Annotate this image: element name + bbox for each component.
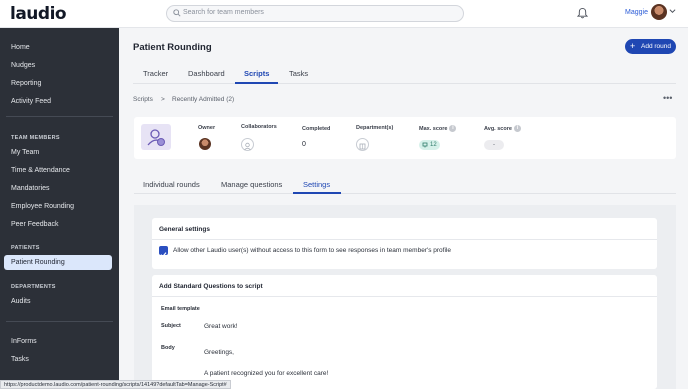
subject-label: Subject <box>161 323 181 329</box>
bell-icon[interactable] <box>577 7 588 19</box>
tab-individual-rounds[interactable]: Individual rounds <box>143 180 200 189</box>
divider <box>152 296 657 297</box>
share-responses-checkbox[interactable] <box>159 246 168 258</box>
max-score-label: Max. score i <box>419 125 457 132</box>
breadcrumb-current: Recently Admitted (2) <box>172 96 235 103</box>
tab-scripts[interactable]: Scripts <box>244 69 269 78</box>
tab-manage-questions[interactable]: Manage questions <box>221 180 282 189</box>
body-greeting[interactable]: Greetings, <box>204 349 234 356</box>
standard-questions-title: Add Standard Questions to script <box>159 283 263 290</box>
avg-score-label: Avg. score i <box>484 125 521 132</box>
active-tab-indicator <box>235 82 278 84</box>
tab-tracker[interactable]: Tracker <box>143 69 168 78</box>
status-bar-url: https://productdemo.laudio.com/patient-r… <box>0 380 231 389</box>
departments-icon[interactable] <box>356 138 369 151</box>
sidebar-item-time-attendance[interactable]: Time & Attendance <box>11 167 70 174</box>
more-options-icon[interactable]: ••• <box>663 93 672 103</box>
sidebar-item-tasks[interactable]: Tasks <box>11 356 29 363</box>
collaborators-add-icon[interactable] <box>241 138 254 151</box>
info-icon[interactable]: i <box>449 125 457 132</box>
subject-value[interactable]: Great work! <box>204 323 238 330</box>
sidebar-section-departments: DEPARTMENTS <box>11 284 56 290</box>
plus-icon: + <box>630 41 636 51</box>
completed-value: 0 <box>302 141 306 148</box>
search-icon <box>173 9 181 17</box>
owner-avatar[interactable] <box>199 138 211 150</box>
script-info-card: Owner Collaborators Completed 0 Departme… <box>134 117 676 159</box>
sidebar-divider <box>6 116 113 117</box>
search-input[interactable]: Search for team members <box>166 5 464 22</box>
sidebar-item-nudges[interactable]: Nudges <box>11 62 35 69</box>
checkmark-icon <box>160 252 167 258</box>
script-tabs: Individual rounds Manage questions Setti… <box>134 176 676 194</box>
max-score-value: 12 <box>430 142 437 148</box>
tab-settings[interactable]: Settings <box>303 180 330 189</box>
breadcrumb-separator: > <box>161 96 165 103</box>
departments-label: Department(s) <box>356 125 394 131</box>
info-icon[interactable]: i <box>513 125 521 132</box>
main-tabs: Tracker Dashboard Scripts Tasks <box>133 64 676 84</box>
user-name[interactable]: Maggie <box>625 9 648 16</box>
email-template-label: Email template <box>161 306 200 312</box>
max-score-badge: 12 <box>419 140 440 150</box>
sidebar-item-my-team[interactable]: My Team <box>11 149 39 156</box>
page-title: Patient Rounding <box>133 42 212 53</box>
add-round-button[interactable]: + Add round <box>625 39 676 54</box>
avg-score-badge: - <box>484 140 504 150</box>
top-bar: laudio Search for team members Maggie <box>0 0 688 28</box>
body-message[interactable]: A patient recognized you for excellent c… <box>204 370 328 377</box>
chevron-down-icon[interactable] <box>669 8 676 14</box>
sidebar-item-activity-feed[interactable]: Activity Feed <box>11 98 51 105</box>
owner-label: Owner <box>198 125 216 131</box>
sidebar-item-informs[interactable]: InForms <box>11 338 37 345</box>
sidebar: Home Nudges Reporting Activity Feed TEAM… <box>0 28 119 389</box>
share-responses-label: Allow other Laudio user(s) without acces… <box>173 247 451 254</box>
general-settings-card: General settings Allow other Laudio user… <box>152 218 657 269</box>
sidebar-item-peer-feedback[interactable]: Peer Feedback <box>11 221 58 228</box>
laudio-logo[interactable]: laudio <box>10 4 67 24</box>
sidebar-item-label: Patient Rounding <box>11 259 65 266</box>
sidebar-item-employee-rounding[interactable]: Employee Rounding <box>11 203 74 210</box>
tab-dashboard[interactable]: Dashboard <box>188 69 225 78</box>
general-settings-title: General settings <box>159 226 210 233</box>
tab-tasks[interactable]: Tasks <box>289 69 308 78</box>
avg-score-label-text: Avg. score <box>484 125 512 132</box>
search-placeholder: Search for team members <box>183 9 264 16</box>
sidebar-divider <box>6 321 113 322</box>
breadcrumb-scripts[interactable]: Scripts <box>133 96 153 103</box>
collaborators-label: Collaborators <box>241 124 277 130</box>
user-avatar[interactable] <box>651 4 667 20</box>
divider <box>152 239 657 240</box>
sidebar-item-reporting[interactable]: Reporting <box>11 80 41 87</box>
sidebar-item-audits[interactable]: Audits <box>11 298 30 305</box>
sidebar-section-patients: PATIENTS <box>11 245 40 251</box>
add-round-label: Add round <box>641 43 671 50</box>
sidebar-item-mandatories[interactable]: Mandatories <box>11 185 50 192</box>
standard-questions-card: Add Standard Questions to script Email t… <box>152 275 657 389</box>
max-score-label-text: Max. score <box>419 125 448 132</box>
settings-panel: General settings Allow other Laudio user… <box>134 205 676 389</box>
active-sub-tab-indicator <box>293 192 341 194</box>
person-search-icon <box>147 129 165 146</box>
sidebar-section-team-members: TEAM MEMBERS <box>11 135 60 141</box>
script-icon <box>141 124 171 150</box>
sidebar-item-patient-rounding[interactable]: Patient Rounding <box>4 255 112 270</box>
trophy-icon <box>422 142 428 148</box>
body-label: Body <box>161 345 175 351</box>
completed-label: Completed <box>302 126 331 132</box>
sidebar-item-home[interactable]: Home <box>11 44 30 51</box>
